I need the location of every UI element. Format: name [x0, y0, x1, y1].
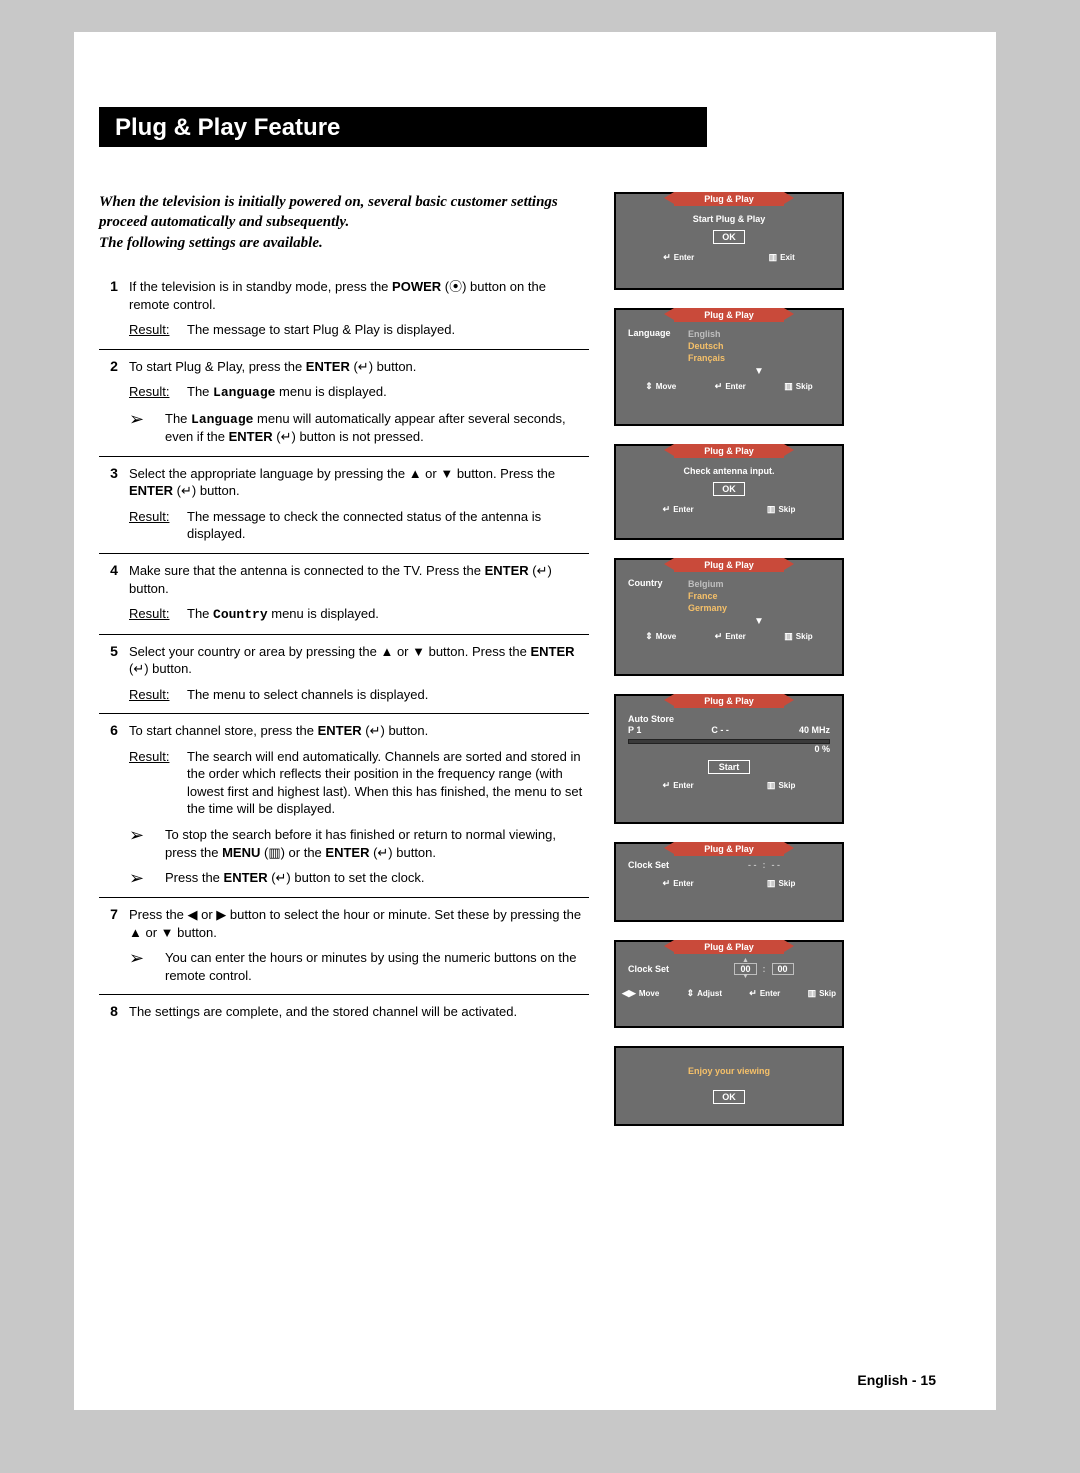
hint-enter: ↵Enter — [663, 504, 694, 515]
step-body: Select the appropriate language by press… — [129, 465, 589, 543]
step-number: 1 — [99, 278, 129, 339]
osd-tab: Plug & Play — [674, 308, 784, 322]
hint-enter: ↵Enter — [663, 252, 694, 263]
lang-option[interactable]: English — [688, 328, 830, 340]
hint-enter: ↵Enter — [749, 988, 780, 999]
lang-option[interactable]: Français — [688, 352, 830, 364]
antenna-msg: Check antenna input. — [628, 466, 830, 476]
osd-country: Plug & Play Country Belgium France Germa… — [614, 558, 844, 676]
step: 5Select your country or area by pressing… — [99, 635, 589, 715]
note-arrow-icon: ➢ — [129, 410, 165, 428]
osd-start: Plug & Play Start Plug & Play OK ↵Enter … — [614, 192, 844, 290]
enjoy-msg: Enjoy your viewing — [616, 1048, 842, 1084]
osd-tab: Plug & Play — [674, 558, 784, 572]
hint-exit: ▥Exit — [769, 252, 795, 263]
osd-start-msg: Start Plug & Play — [628, 214, 830, 224]
hint-skip: ▥Skip — [784, 381, 812, 392]
hint-skip: ▥Skip — [767, 780, 795, 791]
step-number: 2 — [99, 358, 129, 446]
auto-p: P 1 — [628, 725, 641, 735]
step-body: Select your country or area by pressing … — [129, 643, 589, 704]
step: 4Make sure that the antenna is connected… — [99, 554, 589, 635]
step-number: 3 — [99, 465, 129, 543]
more-icon: ▼ — [688, 364, 830, 377]
osd-tab: Plug & Play — [674, 444, 784, 458]
manual-page: Plug & Play Feature When the television … — [74, 32, 1018, 1410]
osd-tab: Plug & Play — [674, 940, 784, 954]
hint-enter: ↵Enter — [663, 878, 694, 889]
language-label: Language — [628, 328, 688, 377]
ok-button[interactable]: OK — [713, 1090, 745, 1104]
hint-move: ⇕Move — [645, 381, 676, 392]
hint-adjust: ⇕Adjust — [687, 988, 722, 999]
hint-enter: ↵Enter — [715, 631, 746, 642]
step-body: To start Plug & Play, press the ENTER (↵… — [129, 358, 589, 446]
lang-option[interactable]: Deutsch — [688, 340, 830, 352]
hint-skip: ▥Skip — [767, 504, 795, 515]
osd-language: Plug & Play Language English Deutsch Fra… — [614, 308, 844, 426]
step-number: 6 — [99, 722, 129, 887]
country-option[interactable]: Germany — [688, 602, 830, 614]
hint-skip: ▥Skip — [808, 988, 836, 999]
note-arrow-icon: ➢ — [129, 826, 165, 844]
step-number: 4 — [99, 562, 129, 624]
step-body: To start channel store, press the ENTER … — [129, 722, 589, 887]
clockset-label: Clock Set — [628, 964, 698, 974]
clock-min: - - — [772, 860, 781, 870]
osd-autostore: Plug & Play Auto Store P 1 C - - 40 MHz … — [614, 694, 844, 824]
ok-button[interactable]: OK — [713, 482, 745, 496]
page-number: English - 15 — [857, 1372, 936, 1388]
country-option[interactable]: Belgium — [688, 578, 830, 590]
clock-hour: - - — [748, 860, 757, 870]
step-body: If the television is in standby mode, pr… — [129, 278, 589, 339]
clockset-label: Clock Set — [628, 860, 698, 870]
hint-skip: ▥Skip — [767, 878, 795, 889]
osd-tab: Plug & Play — [674, 694, 784, 708]
more-icon: ▼ — [688, 614, 830, 627]
step: 6To start channel store, press the ENTER… — [99, 714, 589, 898]
intro-text: When the television is initially powered… — [99, 192, 569, 253]
osd-clock-edit: Plug & Play Clock Set ▲ 00 ▼ : 00 ◀▶Move… — [614, 940, 844, 1028]
auto-pct: 0 % — [628, 744, 830, 754]
step: 8The settings are complete, and the stor… — [99, 995, 589, 1031]
step-number: 7 — [99, 906, 129, 984]
hint-skip: ▥Skip — [784, 631, 812, 642]
step: 3Select the appropriate language by pres… — [99, 457, 589, 554]
step-body: Make sure that the antenna is connected … — [129, 562, 589, 624]
hint-move: ◀▶Move — [622, 988, 659, 999]
start-button[interactable]: Start — [708, 760, 751, 774]
auto-c: C - - — [711, 725, 729, 735]
steps-list: 1If the television is in standby mode, p… — [99, 270, 589, 1031]
hint-enter: ↵Enter — [663, 780, 694, 791]
auto-freq: 40 MHz — [799, 725, 830, 735]
country-label: Country — [628, 578, 688, 627]
ok-button[interactable]: OK — [713, 230, 745, 244]
page-title: Plug & Play Feature — [99, 107, 707, 147]
hint-enter: ↵Enter — [715, 381, 746, 392]
step-number: 8 — [99, 1003, 129, 1021]
hint-move: ⇕Move — [645, 631, 676, 642]
step-number: 5 — [99, 643, 129, 704]
osd-enjoy: Enjoy your viewing OK — [614, 1046, 844, 1126]
osd-clock-blank: Plug & Play Clock Set - - : - - ↵Enter ▥… — [614, 842, 844, 922]
osd-column: Plug & Play Start Plug & Play OK ↵Enter … — [614, 192, 844, 1144]
step: 2To start Plug & Play, press the ENTER (… — [99, 350, 589, 457]
osd-tab: Plug & Play — [674, 842, 784, 856]
step: 1If the television is in standby mode, p… — [99, 270, 589, 350]
note-arrow-icon: ➢ — [129, 949, 165, 967]
osd-antenna: Plug & Play Check antenna input. OK ↵Ent… — [614, 444, 844, 540]
step-body: Press the ◀ or ▶ button to select the ho… — [129, 906, 589, 984]
autostore-title: Auto Store — [628, 714, 830, 724]
osd-tab: Plug & Play — [674, 192, 784, 206]
step-body: The settings are complete, and the store… — [129, 1003, 589, 1021]
step: 7Press the ◀ or ▶ button to select the h… — [99, 898, 589, 995]
up-down-icon[interactable]: ▲ 00 ▼ — [734, 958, 756, 980]
country-option[interactable]: France — [688, 590, 830, 602]
clock-min-box[interactable]: 00 — [772, 963, 794, 975]
note-arrow-icon: ➢ — [129, 869, 165, 887]
